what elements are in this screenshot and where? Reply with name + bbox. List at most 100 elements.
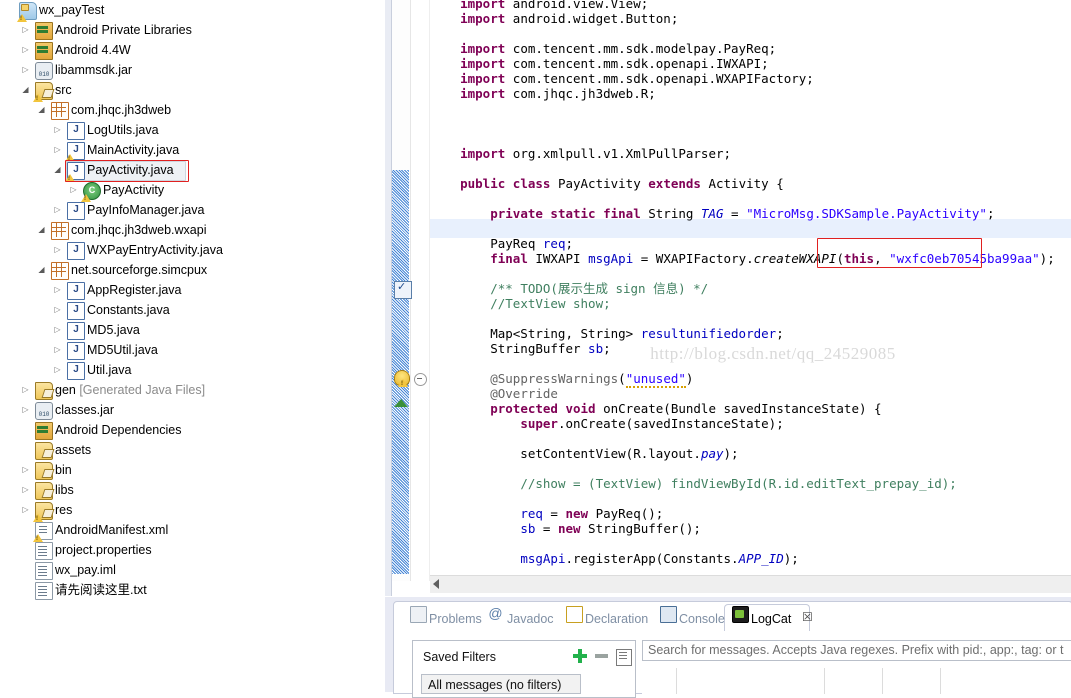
chevron-right-icon[interactable] [52, 320, 63, 340]
column-separator[interactable] [824, 668, 825, 694]
tree-item-src[interactable]: src [0, 80, 385, 102]
tree-item-net-sourceforge-simcpux[interactable]: net.sourceforge.simcpux [0, 260, 385, 280]
chevron-right-icon[interactable] [20, 480, 31, 500]
tree-item-assets[interactable]: assets [0, 440, 385, 460]
chevron-right-icon[interactable] [20, 20, 31, 40]
tree-item-appregister-java[interactable]: AppRegister.java [0, 280, 385, 300]
jar-icon [35, 402, 53, 425]
tree-item-android-dependencies[interactable]: Android Dependencies [0, 420, 385, 440]
saved-filters-panel[interactable]: Saved Filters All messages (no filters) [412, 640, 636, 698]
tree-item-wx-pay-iml[interactable]: wx_pay.iml [0, 560, 385, 580]
fold-collapse-icon[interactable] [414, 373, 427, 386]
tree-item-wxpayentryactivity-java[interactable]: WXPayEntryActivity.java [0, 240, 385, 260]
column-separator[interactable] [676, 668, 677, 694]
chevron-right-icon[interactable] [68, 180, 79, 200]
tree-item-com-jhqc-jh3dweb-wxapi[interactable]: com.jhqc.jh3dweb.wxapi [0, 220, 385, 240]
tree-item-libammsdk-jar[interactable]: libammsdk.jar [0, 60, 385, 85]
task-marker-icon[interactable] [394, 280, 412, 299]
tree-item-payinfomanager-java[interactable]: PayInfoManager.java [0, 200, 385, 220]
chevron-down-icon[interactable] [36, 260, 47, 280]
tree-item-android-private-libraries[interactable]: Android Private Libraries [0, 20, 385, 40]
tree-item-logutils-java[interactable]: LogUtils.java [0, 120, 385, 140]
chevron-right-icon[interactable] [52, 360, 63, 380]
chevron-right-icon[interactable] [20, 60, 31, 80]
tab-logcat[interactable]: LogCat [751, 608, 791, 630]
chevron-right-icon[interactable] [52, 120, 63, 140]
tab-javadoc[interactable]: Javadoc [507, 608, 554, 630]
tree-item-libs[interactable]: libs [0, 480, 385, 500]
close-tab-icon[interactable]: ☒ [802, 610, 813, 624]
code-line: Map<String, String> resultunifiedorder; [430, 326, 784, 341]
java-file-icon [67, 342, 85, 360]
tree-item-txt[interactable]: 请先阅读这里.txt [0, 580, 385, 600]
tree-item-gen[interactable]: gen [Generated Java Files] [0, 380, 385, 400]
chevron-down-icon[interactable] [20, 80, 31, 100]
scroll-left-arrow-icon[interactable] [433, 579, 439, 589]
file-icon [35, 582, 53, 600]
filter-item-all-messages[interactable]: All messages (no filters) [421, 674, 581, 694]
tree-item-com-jhqc-jh3dweb[interactable]: com.jhqc.jh3dweb [0, 100, 385, 120]
chevron-down-icon[interactable] [36, 100, 47, 120]
editor-horizontal-scrollbar[interactable] [430, 575, 1071, 593]
editor-folding-column[interactable] [411, 0, 430, 581]
chevron-right-icon[interactable] [52, 300, 63, 320]
chevron-right-icon[interactable] [20, 500, 31, 520]
tree-item-android-4-4w[interactable]: Android 4.4W [0, 40, 385, 60]
tree-item-payactivity-java[interactable]: PayActivity.java [0, 160, 385, 182]
chevron-down-icon[interactable] [36, 220, 47, 240]
code-line: //show = (TextView) findViewById(R.id.ed… [520, 476, 957, 491]
chevron-right-icon[interactable] [52, 140, 63, 160]
tree-item-md5util-java[interactable]: MD5Util.java [0, 340, 385, 360]
tree-item-project-properties[interactable]: project.properties [0, 540, 385, 560]
chevron-right-icon[interactable] [20, 380, 31, 400]
tree-item-label: res [55, 503, 73, 517]
quickfix-bulb-icon[interactable] [394, 370, 410, 387]
declaration-icon [566, 606, 583, 623]
edit-filter-icon[interactable] [616, 649, 632, 666]
remove-filter-icon[interactable] [595, 654, 608, 658]
chevron-right-icon[interactable] [52, 240, 63, 260]
tab-console[interactable]: Console [679, 608, 725, 630]
source-folder-icon [33, 82, 53, 102]
bottom-view-container: Problems @ Javadoc Declaration Console LogCat… [385, 597, 1071, 698]
tree-item-wx-paytest[interactable]: wx_payTest [0, 0, 385, 22]
column-separator[interactable] [940, 668, 941, 694]
java-source-editor[interactable]: import android.view.View; import android… [385, 0, 1071, 596]
chevron-right-icon[interactable] [20, 40, 31, 60]
code-line: import com.tencent.mm.sdk.openapi.WXAPIF… [460, 71, 814, 86]
tree-item-payactivity[interactable]: PayActivity [0, 180, 385, 202]
chevron-right-icon[interactable] [52, 340, 63, 360]
code-line: public class PayActivity extends Activit… [460, 176, 784, 191]
chevron-right-icon[interactable] [20, 460, 31, 480]
chevron-down-icon[interactable] [52, 160, 63, 180]
code-line: setContentView(R.layout.pay); [430, 446, 739, 461]
tree-item-md5-java[interactable]: MD5.java [0, 320, 385, 340]
tree-item-label: MD5.java [87, 323, 140, 337]
column-separator[interactable] [882, 668, 883, 694]
code-line: import com.tencent.mm.sdk.openapi.IWXAPI… [460, 56, 769, 71]
tree-item-util-java[interactable]: Util.java [0, 360, 385, 380]
tree-item-classes-jar[interactable]: classes.jar [0, 400, 385, 425]
chevron-right-icon[interactable] [20, 400, 31, 420]
tree-item-mainactivity-java[interactable]: MainActivity.java [0, 140, 385, 162]
code-line: @Override [490, 386, 558, 401]
tree-item-label: Util.java [87, 363, 132, 377]
tree-item-constants-java[interactable]: Constants.java [0, 300, 385, 320]
tab-declaration[interactable]: Declaration [585, 608, 648, 630]
tree-item-res[interactable]: res [0, 500, 385, 522]
tree-item-androidmanifest-xml[interactable]: AndroidManifest.xml [0, 520, 385, 542]
logcat-search-input[interactable]: Search for messages. Accepts Java regexe… [642, 640, 1071, 661]
code-text-area[interactable]: import android.view.View; import android… [430, 0, 1071, 581]
tree-item-label: libs [55, 483, 74, 497]
chevron-right-icon[interactable] [52, 200, 63, 220]
tree-item-label: Android 4.4W [55, 43, 131, 57]
tab-problems[interactable]: Problems [429, 608, 482, 630]
tree-item-bin[interactable]: bin [0, 460, 385, 480]
chevron-right-icon[interactable] [52, 280, 63, 300]
code-line: protected void onCreate(Bundle savedInst… [490, 401, 882, 416]
logcat-view[interactable]: Problems @ Javadoc Declaration Console LogCat… [393, 601, 1071, 698]
tree-item-label: MD5Util.java [87, 343, 158, 357]
add-filter-icon[interactable] [573, 649, 587, 663]
tree-item-label: net.sourceforge.simcpux [71, 263, 208, 277]
package-explorer[interactable]: wx_payTest Android Private Libraries Andro… [0, 0, 385, 692]
